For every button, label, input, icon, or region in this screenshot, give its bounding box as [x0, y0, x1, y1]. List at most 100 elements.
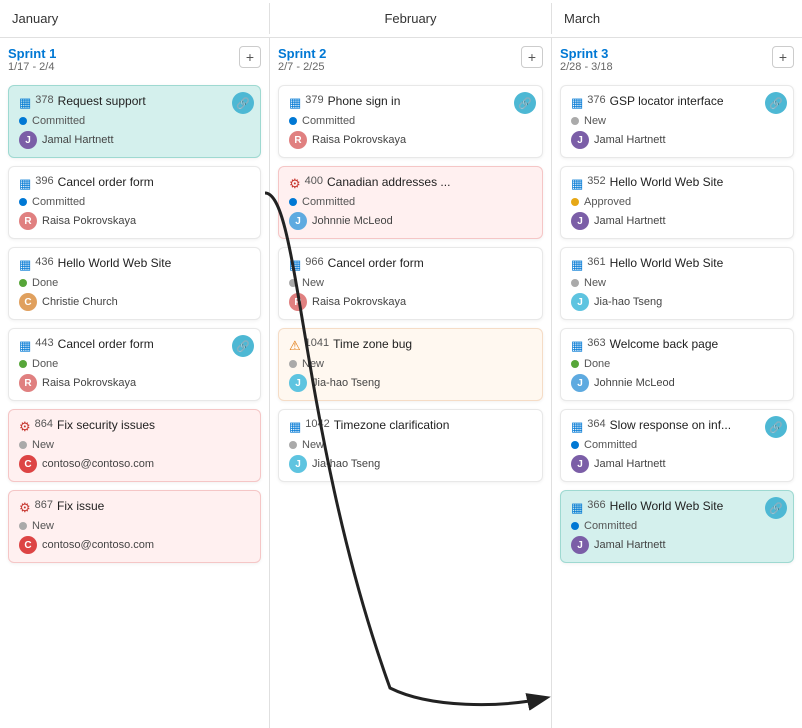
avatar-352: J: [571, 212, 589, 230]
link-icon-443[interactable]: 🔗: [232, 335, 254, 357]
status-text-436: Done: [32, 277, 58, 289]
card-864-top: ⚙ 864 Fix security issues: [19, 418, 250, 435]
status-text-864: New: [32, 439, 54, 451]
card-363-title: Welcome back page: [610, 337, 783, 353]
task-icon-867: ⚙: [19, 500, 31, 516]
status-text-378: Committed: [32, 115, 85, 127]
column-january: Sprint 1 1/17 - 2/4 + 🔗 ▦ 378 Request su…: [0, 38, 270, 728]
avatar-379: R: [289, 131, 307, 149]
card-400-status: Committed: [289, 196, 532, 208]
card-376-top: ▦ 376 GSP locator interface: [571, 94, 783, 111]
status-text-396: Committed: [32, 196, 85, 208]
card-867-id: 867: [35, 499, 53, 511]
card-366-assignee: J Jamal Hartnett: [571, 536, 783, 554]
sprint3-dates: 2/28 - 3/18: [560, 61, 613, 73]
card-436-status: Done: [19, 277, 250, 289]
sprint2-info: Sprint 2 2/7 - 2/25: [278, 46, 326, 73]
avatar-376: J: [571, 131, 589, 149]
sprint3-add-button[interactable]: +: [772, 46, 794, 68]
card-366-status: Committed: [571, 520, 783, 532]
card-361-status: New: [571, 277, 783, 289]
assignee-364: Jamal Hartnett: [594, 458, 666, 470]
sprint1-header: Sprint 1 1/17 - 2/4 +: [8, 46, 261, 73]
status-dot-1041: [289, 360, 297, 368]
columns-container: Sprint 1 1/17 - 2/4 + 🔗 ▦ 378 Request su…: [0, 38, 802, 728]
card-396: ▦ 396 Cancel order form Committed R Rais…: [8, 166, 261, 239]
status-dot-376: [571, 117, 579, 125]
assignee-352: Jamal Hartnett: [594, 215, 666, 227]
assignee-1041: Jia-hao Tseng: [312, 377, 380, 389]
card-378-top: ▦ 378 Request support: [19, 94, 250, 111]
card-361: ▦ 361 Hello World Web Site New J Jia-hao…: [560, 247, 794, 320]
card-376-title: GSP locator interface: [610, 94, 783, 110]
status-text-361: New: [584, 277, 606, 289]
avatar-966: R: [289, 293, 307, 311]
card-396-status: Committed: [19, 196, 250, 208]
status-text-364: Committed: [584, 439, 637, 451]
card-378-title: Request support: [58, 94, 250, 110]
status-text-363: Done: [584, 358, 610, 370]
task-icon-1042: ▦: [289, 419, 301, 435]
status-dot-379: [289, 117, 297, 125]
sprint2-header: Sprint 2 2/7 - 2/25 +: [278, 46, 543, 73]
assignee-966: Raisa Pokrovskaya: [312, 296, 406, 308]
card-376: 🔗 ▦ 376 GSP locator interface New J Jama…: [560, 85, 794, 158]
card-1041: ⚠ 1041 Time zone bug New J Jia-hao Tseng: [278, 328, 543, 401]
status-text-966: New: [302, 277, 324, 289]
card-400-id: 400: [305, 175, 323, 187]
month-february: February: [270, 3, 552, 34]
link-icon-364[interactable]: 🔗: [765, 416, 787, 438]
avatar-363: J: [571, 374, 589, 392]
status-dot-352: [571, 198, 579, 206]
status-text-352: Approved: [584, 196, 631, 208]
assignee-361: Jia-hao Tseng: [594, 296, 662, 308]
status-text-400: Committed: [302, 196, 355, 208]
status-text-443: Done: [32, 358, 58, 370]
link-icon-366[interactable]: 🔗: [765, 497, 787, 519]
card-867-assignee: C contoso@contoso.com: [19, 536, 250, 554]
card-436-id: 436: [35, 256, 53, 268]
card-361-assignee: J Jia-hao Tseng: [571, 293, 783, 311]
card-966-id: 966: [305, 256, 323, 268]
card-352-top: ▦ 352 Hello World Web Site: [571, 175, 783, 192]
avatar-364: J: [571, 455, 589, 473]
link-icon-379[interactable]: 🔗: [514, 92, 536, 114]
card-443-id: 443: [35, 337, 53, 349]
sprint1-name: Sprint 1: [8, 46, 56, 61]
assignee-376: Jamal Hartnett: [594, 134, 666, 146]
status-dot-864: [19, 441, 27, 449]
link-icon-376[interactable]: 🔗: [765, 92, 787, 114]
card-379-status: Committed: [289, 115, 532, 127]
card-364: 🔗 ▦ 364 Slow response on inf... Committe…: [560, 409, 794, 482]
avatar-864: C: [19, 455, 37, 473]
sprint2-add-button[interactable]: +: [521, 46, 543, 68]
task-icon-966: ▦: [289, 257, 301, 273]
card-396-id: 396: [35, 175, 53, 187]
card-376-id: 376: [587, 94, 605, 106]
sprint2-dates: 2/7 - 2/25: [278, 61, 326, 73]
card-361-id: 361: [587, 256, 605, 268]
task-icon-436: ▦: [19, 257, 31, 273]
status-dot-436: [19, 279, 27, 287]
card-966-status: New: [289, 277, 532, 289]
card-378-status: Committed: [19, 115, 250, 127]
task-icon-864: ⚙: [19, 419, 31, 435]
card-1042-status: New: [289, 439, 532, 451]
status-dot-363: [571, 360, 579, 368]
card-443-top: ▦ 443 Cancel order form: [19, 337, 250, 354]
card-1041-top: ⚠ 1041 Time zone bug: [289, 337, 532, 354]
card-1042: ▦ 1042 Timezone clarification New J Jia-…: [278, 409, 543, 482]
avatar-443: R: [19, 374, 37, 392]
link-icon-378[interactable]: 🔗: [232, 92, 254, 114]
sprint1-add-button[interactable]: +: [239, 46, 261, 68]
assignee-378: Jamal Hartnett: [42, 134, 114, 146]
assignee-396: Raisa Pokrovskaya: [42, 215, 136, 227]
card-400-top: ⚙ 400 Canadian addresses ...: [289, 175, 532, 192]
card-363-assignee: J Johnnie McLeod: [571, 374, 783, 392]
card-867: ⚙ 867 Fix issue New C contoso@contoso.co…: [8, 490, 261, 563]
task-icon-378: ▦: [19, 95, 31, 111]
card-864-assignee: C contoso@contoso.com: [19, 455, 250, 473]
card-364-status: Committed: [571, 439, 783, 451]
status-text-1041: New: [302, 358, 324, 370]
sprint3-name: Sprint 3: [560, 46, 613, 61]
